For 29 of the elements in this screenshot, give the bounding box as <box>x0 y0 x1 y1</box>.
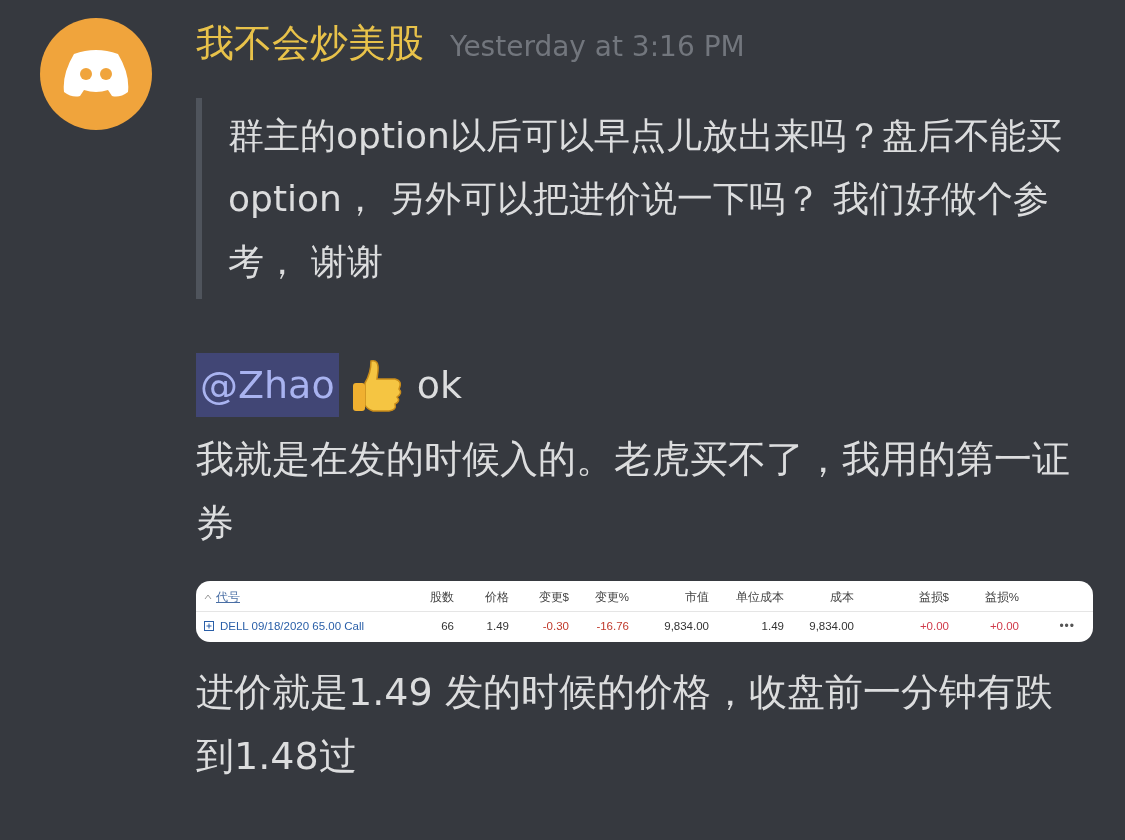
author-name[interactable]: 我不会炒美股 <box>196 18 424 69</box>
table-cell: 66 <box>441 620 454 632</box>
table-cell: +0.00 <box>989 620 1019 632</box>
table-cell: 9,834.00 <box>809 620 854 632</box>
symbol-link[interactable]: DELL 09/18/2020 65.00 Call <box>220 620 365 632</box>
column-header[interactable]: 变更% <box>594 589 629 605</box>
reply-text: ok <box>416 363 462 407</box>
table-cell: 1.49 <box>761 620 784 632</box>
table-cell: +0.00 <box>919 620 949 632</box>
column-header[interactable]: 市值 <box>685 589 709 605</box>
quote-text: 群主的option以后可以早点儿放出来吗？盘后不能买option， 另外可以把进价说一下吗？ 我们好做个参考， 谢谢 <box>196 98 1078 299</box>
column-header[interactable]: 股数 <box>430 589 454 605</box>
column-header[interactable]: 变更$ <box>538 589 569 605</box>
timestamp: Yesterday at 3:16 PM <box>450 30 745 63</box>
user-mention[interactable]: @Zhao <box>196 353 339 417</box>
column-header[interactable]: 成本 <box>830 589 854 605</box>
column-header[interactable]: 单位成本 <box>736 589 784 605</box>
more-button[interactable]: ••• <box>1059 619 1075 633</box>
table-cell: 1.49 <box>486 620 509 632</box>
column-header[interactable]: 价格 <box>485 589 509 605</box>
message-text: 我就是在发的时候入的。老虎买不了，我用的第一证券 <box>196 436 1071 547</box>
column-header[interactable]: 代号 <box>216 589 240 605</box>
column-header[interactable]: 益损$ <box>918 589 949 605</box>
table-cell: -16.76 <box>596 620 629 632</box>
table-cell: -0.30 <box>542 620 569 632</box>
expand-icon[interactable] <box>204 621 214 631</box>
column-header[interactable]: 益损% <box>984 589 1019 605</box>
closing-text: 进价就是1.49 发的时候的价格，收盘前一分钟有跌到1.48过 <box>196 669 1054 780</box>
table-cell: 9,834.00 <box>664 620 709 632</box>
